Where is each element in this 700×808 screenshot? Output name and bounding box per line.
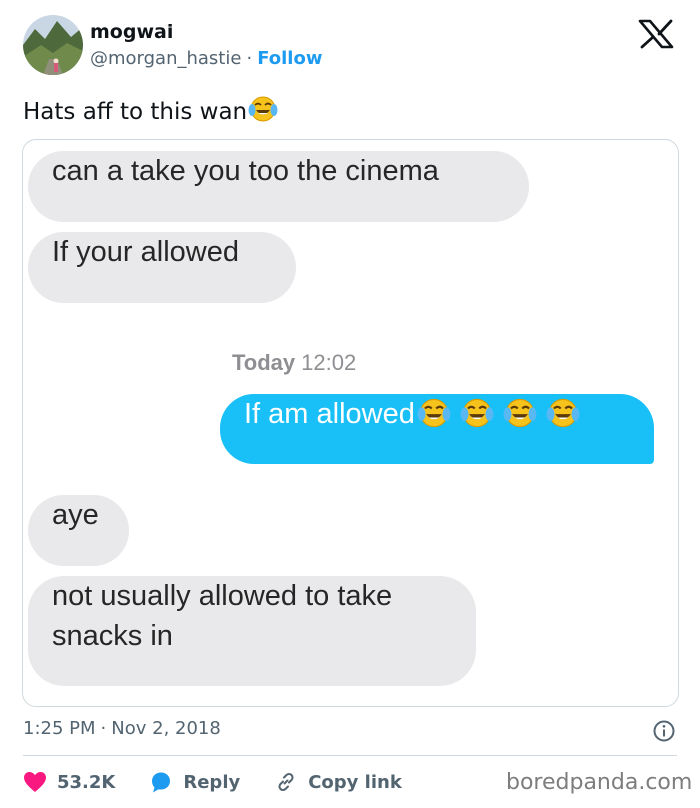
divider	[23, 755, 677, 756]
tears-of-joy-icon	[503, 398, 537, 428]
tears-of-joy-icon	[460, 398, 494, 428]
separator: ·	[100, 718, 107, 739]
message-text: aye	[52, 499, 99, 531]
timestamp-day: Today	[232, 350, 296, 375]
tears-of-joy-icon	[248, 94, 278, 130]
reply-label: Reply	[183, 771, 241, 793]
reply-button[interactable]: Reply	[149, 770, 240, 794]
link-icon	[278, 772, 294, 792]
separator: ·	[246, 48, 253, 69]
timestamp-time: 12:02	[301, 350, 357, 375]
heart-icon	[24, 772, 46, 792]
tears-of-joy-icon	[546, 398, 580, 428]
message-text: If am allowed	[244, 398, 415, 430]
tears-of-joy-icon	[417, 398, 451, 428]
tweet-text-content: Hats aff to this wan	[23, 99, 248, 125]
tweet-text: Hats aff to this wan	[23, 94, 278, 130]
like-count: 53.2K	[57, 771, 116, 793]
message-bubble-received: not usually allowed to take snacks in	[28, 576, 476, 686]
copy-link-button[interactable]: Copy link	[274, 770, 402, 794]
message-text-line: snacks in	[52, 620, 173, 652]
follow-button[interactable]: Follow	[257, 48, 322, 69]
like-button[interactable]: 53.2K	[23, 771, 115, 793]
tweet-timestamp[interactable]: 1:25 PM · Nov 2, 2018	[23, 718, 221, 739]
watermark: boredpanda.com	[506, 770, 693, 795]
tweet-time: 1:25 PM	[23, 718, 96, 739]
message-bubble-received: If your allowed	[28, 232, 296, 303]
author-handle[interactable]: @morgan_hastie	[90, 48, 241, 69]
message-bubble-sent: If am allowed	[220, 394, 654, 464]
message-bubble-received: aye	[28, 495, 129, 566]
message-text: If your allowed	[52, 236, 239, 268]
copy-link-label: Copy link	[308, 771, 402, 793]
emoji-group	[417, 396, 589, 430]
message-timestamp: Today 12:02	[232, 350, 356, 376]
info-icon[interactable]	[652, 719, 676, 743]
tweet-date: Nov 2, 2018	[111, 718, 221, 739]
message-text: can a take you too the cinema	[52, 155, 439, 187]
message-text-line: not usually allowed to take	[52, 580, 393, 612]
author-name[interactable]: mogwai	[90, 21, 173, 43]
tweet-actions: 53.2K Reply Copy link	[23, 768, 436, 796]
reply-bubble-icon	[152, 772, 171, 793]
message-bubble-received: can a take you too the cinema	[28, 151, 529, 222]
avatar[interactable]	[23, 15, 83, 75]
tweet-image[interactable]: can a take you too the cinema If your al…	[22, 139, 679, 707]
author-handle-line: @morgan_hastie · Follow	[90, 48, 322, 69]
x-logo-icon[interactable]	[636, 19, 676, 49]
